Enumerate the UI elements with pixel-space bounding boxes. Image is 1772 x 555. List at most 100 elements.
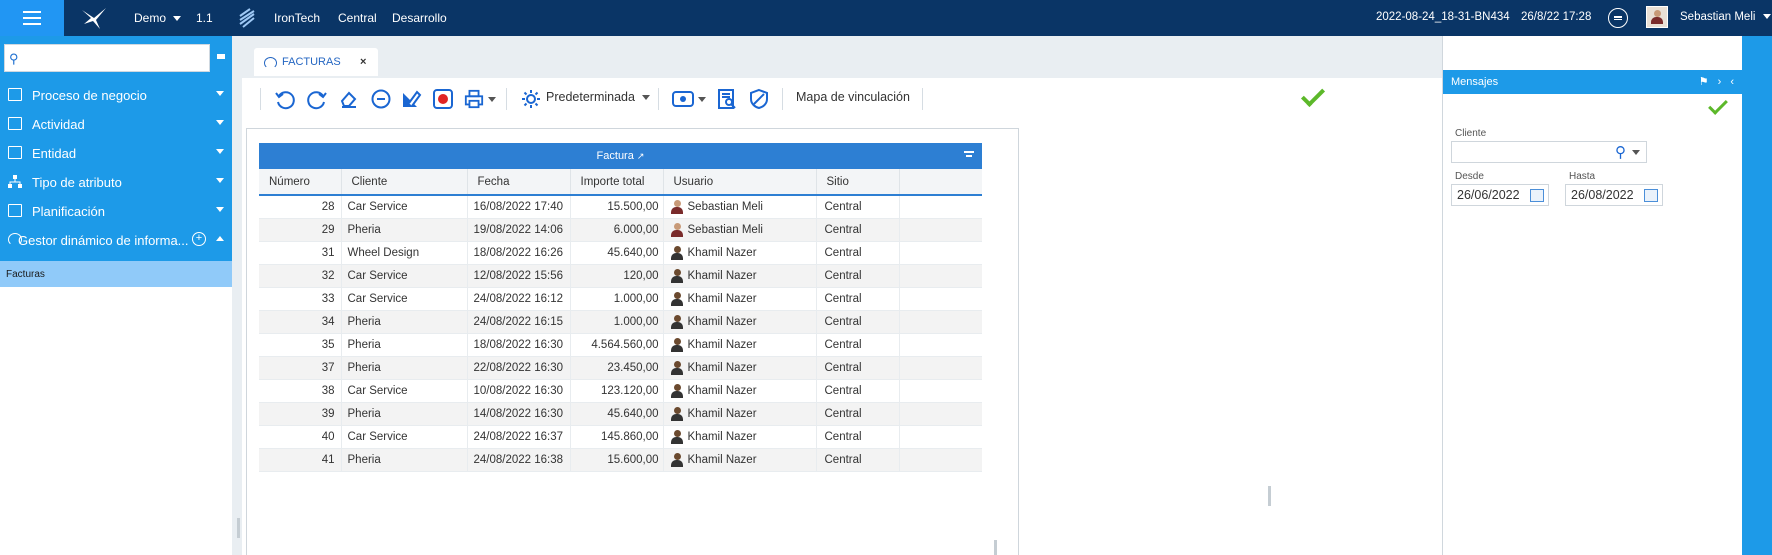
close-icon[interactable]: × [360,56,366,68]
user-menu[interactable]: Sebastian Meli [1680,11,1771,23]
column-header-sitio[interactable]: Sitio [816,169,900,196]
filter-icon[interactable] [964,151,974,159]
process-icon [8,88,22,101]
pin-icon[interactable] [217,54,225,59]
hasta-date-field[interactable]: 26/08/2022 [1565,184,1663,206]
tab-facturas[interactable]: FACTURAS × [254,48,378,76]
table-row[interactable]: 32 Car Service 12/08/2022 15:56 120,00 Khami… [259,264,982,288]
cell-fecha: 24/08/2022 16:38 [467,448,571,472]
table-row[interactable]: 40 Car Service 24/08/2022 16:37 145.860,00 K… [259,425,982,449]
view-label: Predeterminada [546,90,635,104]
sidebar-item-planificacion[interactable]: Planificación [0,197,232,225]
cell-importe: 1.000,00 [570,287,664,311]
resize-handle[interactable] [994,540,997,555]
sidebar-menu: ⚲ Proceso de negocio Actividad Entidad T… [0,36,232,261]
sidebar-item-tipo-de-atributo[interactable]: Tipo de atributo [0,168,232,196]
column-header-cliente[interactable]: Cliente [341,169,468,196]
cell-usuario: Khamil Nazer [663,241,817,265]
cell-cliente: Car Service [341,425,468,449]
chat-icon[interactable] [1608,8,1628,28]
visibility-button[interactable] [672,88,706,110]
expand-icon[interactable]: ↗ [637,151,645,161]
table-row[interactable]: 35 Pheria 18/08/2022 16:30 4.564.560,00 Kham… [259,333,982,357]
settings-icon [520,88,542,110]
table-row[interactable]: 39 Pheria 14/08/2022 16:30 45.640,00 Khamil … [259,402,982,426]
undo-button[interactable] [274,88,296,110]
cell-cliente: Pheria [341,356,468,380]
report-button[interactable] [716,88,738,110]
table-row[interactable]: 34 Pheria 24/08/2022 16:15 1.000,00 Khamil N… [259,310,982,334]
security-button[interactable] [748,88,770,110]
cell-cliente: Pheria [341,448,468,472]
menu-button[interactable] [0,0,64,36]
panel-controls[interactable]: ⚑ › ‹ [1699,75,1737,88]
remove-button[interactable] [370,88,392,110]
environment-link[interactable]: Desarrollo [392,11,447,25]
cell-sitio: Central [816,448,900,472]
resize-handle[interactable] [1268,486,1271,506]
table-row[interactable]: 29 Pheria 19/08/2022 14:06 6.000,00 Sebastia… [259,218,982,242]
sidebar-search[interactable]: ⚲ [4,44,210,72]
record-icon [433,89,453,109]
calendar-icon [8,204,22,217]
add-icon[interactable]: + [192,232,206,246]
column-header-numero[interactable]: Número [259,169,342,196]
user-avatar-icon [670,452,684,467]
company-selector[interactable]: Demo [134,11,182,25]
calendar-icon[interactable] [1530,189,1544,202]
user-name: Khamil Nazer [687,453,757,466]
table-row[interactable]: 33 Car Service 24/08/2022 16:12 1.000,00 Kha… [259,287,982,311]
cell-importe: 15.500,00 [570,195,664,219]
table-row[interactable]: 38 Car Service 10/08/2022 16:30 123.120,00 K… [259,379,982,403]
redo-button[interactable] [306,88,328,110]
redo-icon [307,91,327,110]
cell-fecha: 16/08/2022 17:40 [467,195,571,219]
cell-empty [899,333,982,357]
search-input[interactable] [25,49,205,67]
table-row[interactable]: 37 Pheria 22/08/2022 16:30 23.450,00 Khamil … [259,356,982,380]
avatar[interactable] [1646,6,1668,28]
cell-empty [899,356,982,380]
cell-usuario: Khamil Nazer [663,310,817,334]
column-header-fecha[interactable]: Fecha [467,169,571,196]
calendar-icon[interactable] [1644,189,1658,202]
table-row[interactable]: 41 Pheria 24/08/2022 16:38 15.600,00 Khamil … [259,448,982,472]
sidebar-item-actividad[interactable]: Actividad [0,110,232,138]
cliente-input[interactable]: ⚲ [1451,141,1647,163]
cell-usuario: Khamil Nazer [663,448,817,472]
search-icon[interactable]: ⚲ [1615,143,1626,161]
design-button[interactable] [400,88,422,110]
column-header-usuario[interactable]: Usuario [663,169,817,196]
search-icon: ⚲ [9,51,19,66]
print-button[interactable] [464,88,496,110]
link-map-button[interactable]: Mapa de vinculación [796,90,910,104]
sidebar-item-entidad[interactable]: Entidad [0,139,232,167]
cell-numero: 35 [259,333,342,357]
sidebar-item-gestor-dinamico[interactable]: Gestor dinámico de informa... + [0,226,232,254]
user-avatar-icon [670,383,684,398]
cell-numero: 31 [259,241,342,265]
sidebar-item-proceso-de-negocio[interactable]: Proceso de negocio [0,81,232,109]
branch-link[interactable]: Central [338,11,377,25]
record-button[interactable] [432,88,454,110]
messages-panel: Mensajes ⚑ › ‹ Cliente ⚲ Desde 26/06/202… [1442,36,1743,555]
table-row[interactable]: 28 Car Service 16/08/2022 17:40 15.500,00 Se… [259,195,982,219]
table-row[interactable]: 31 Wheel Design 18/08/2022 16:26 45.640,00 K… [259,241,982,265]
clear-button[interactable] [338,88,360,110]
user-name: Khamil Nazer [687,361,757,374]
cell-fecha: 10/08/2022 16:30 [467,379,571,403]
resize-handle[interactable] [237,518,240,538]
chevron-down-icon[interactable] [1632,150,1640,155]
desde-date-field[interactable]: 26/06/2022 [1451,184,1549,206]
cell-fecha: 18/08/2022 16:26 [467,241,571,265]
cell-sitio: Central [816,218,900,242]
cell-fecha: 18/08/2022 16:30 [467,333,571,357]
eye-icon [672,91,694,107]
cell-usuario: Khamil Nazer [663,333,817,357]
view-selector[interactable]: Predeterminada [546,90,651,104]
org-link[interactable]: IronTech [274,11,320,25]
cell-importe: 45.640,00 [570,402,664,426]
sidebar-subitem-facturas[interactable]: Facturas [0,261,232,287]
column-header-importe[interactable]: Importe total [570,169,664,196]
cell-usuario: Sebastian Meli [663,195,817,219]
